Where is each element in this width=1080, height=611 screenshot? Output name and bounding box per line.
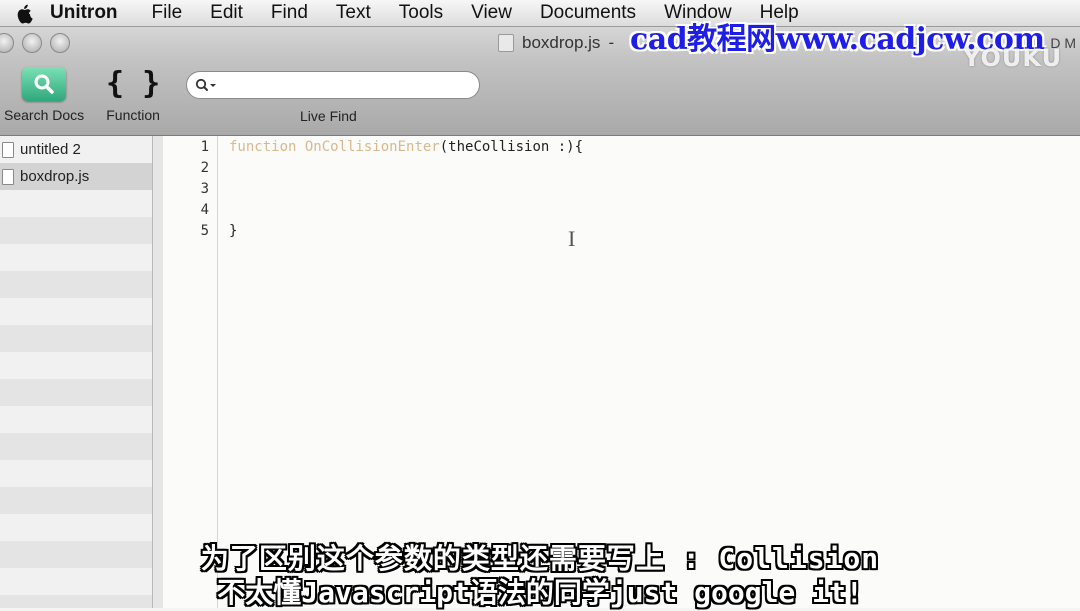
minimize-window-button[interactable] (22, 33, 42, 53)
document-icon (2, 141, 14, 158)
menu-tools[interactable]: Tools (399, 2, 443, 24)
apple-menu[interactable] (0, 2, 50, 24)
keyword-function: function (229, 139, 297, 155)
sidebar-item-untitled-2[interactable]: untitled 2 (0, 136, 152, 163)
sidebar-item-label: boxdrop.js (20, 168, 90, 185)
line-number: 2 (200, 160, 209, 176)
toolbar: Search Docs { } Function Live Find (0, 59, 1080, 136)
function-button[interactable]: { } Function (106, 66, 161, 124)
code-line-1: function OnCollisionEnter(theCollision :… (229, 139, 583, 155)
youku-logo: YOUKU (963, 44, 1063, 72)
search-docs-icon (22, 67, 67, 101)
apple-icon (17, 4, 33, 24)
search-icon[interactable] (195, 77, 217, 93)
live-find: Live Find (186, 71, 482, 124)
search-docs-button[interactable]: Search Docs (4, 67, 84, 123)
window-title-text: boxdrop.js (522, 33, 601, 52)
sidebar-item-boxdrop-js[interactable]: boxdrop.js (0, 163, 152, 190)
menu-app-name[interactable]: Unitron (50, 2, 118, 24)
document-icon (2, 168, 14, 185)
sidebar-item-label: untitled 2 (20, 141, 81, 158)
close-window-button[interactable] (0, 33, 14, 53)
subtitle-line-2: 不太懂Javascript语法的同学just google it! (217, 576, 863, 609)
line-number: 5 (200, 223, 209, 239)
search-docs-label: Search Docs (4, 107, 85, 123)
function-name: OnCollisionEnter (304, 139, 440, 155)
live-find-input[interactable] (221, 76, 475, 94)
live-find-label: Live Find (300, 108, 357, 124)
window-title: boxdrop.js - (498, 33, 614, 53)
menu-file[interactable]: File (152, 2, 183, 24)
zoom-window-button[interactable] (50, 33, 70, 53)
function-label: Function (106, 107, 160, 123)
function-braces-icon: { } (106, 66, 161, 101)
menu-text[interactable]: Text (336, 2, 371, 24)
menu-edit[interactable]: Edit (210, 2, 243, 24)
line-number: 1 (200, 139, 209, 155)
text-cursor-icon: I (568, 226, 576, 251)
menu-find[interactable]: Find (271, 2, 308, 24)
menu-view[interactable]: View (471, 2, 512, 24)
line-number: 3 (200, 181, 209, 197)
window-controls (0, 33, 70, 53)
line-number: 4 (200, 202, 209, 218)
window-title-dash: - (608, 33, 615, 52)
menu-documents[interactable]: Documents (540, 2, 636, 24)
magnifier-icon (34, 74, 54, 94)
code-line-5: } (229, 223, 238, 239)
live-find-field[interactable] (186, 71, 480, 99)
function-params: (theCollision :){ (439, 139, 584, 155)
js-file-icon (498, 34, 514, 52)
